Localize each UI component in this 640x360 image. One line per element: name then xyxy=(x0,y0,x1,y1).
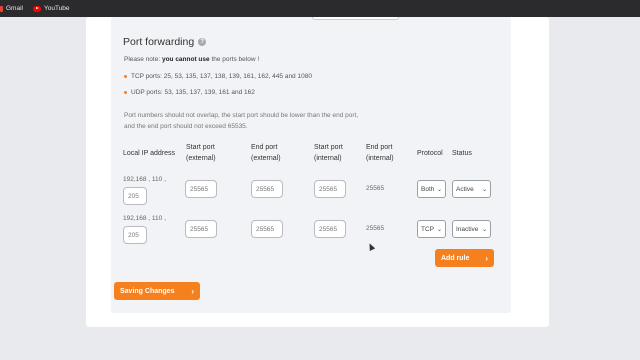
start-internal-input[interactable]: 25565 xyxy=(314,220,346,238)
port-rules-info: Port numbers should not overlap, the sta… xyxy=(124,112,359,130)
header-local-ip: Local IP address xyxy=(123,150,176,157)
previous-field-edge xyxy=(312,17,399,20)
header-end-external: End port (external) xyxy=(251,144,281,162)
add-rule-button[interactable]: Add rule › xyxy=(435,249,494,267)
ip-prefix: 192,168 , 110 , xyxy=(123,215,166,222)
header-protocol: Protocol xyxy=(417,150,443,157)
end-internal-value: 25565 xyxy=(366,225,385,232)
status-select[interactable]: Active ⌄ xyxy=(452,180,491,198)
bookmark-label: YouTube xyxy=(43,5,70,12)
ip-prefix: 192,168 , 110 , xyxy=(123,176,166,183)
start-external-input[interactable]: 25565 xyxy=(185,220,217,238)
chevron-down-icon: ⌄ xyxy=(481,226,487,233)
section-title: Port forwarding ? xyxy=(123,36,207,48)
start-external-input[interactable]: 25565 xyxy=(185,180,217,198)
end-external-input[interactable]: 25565 xyxy=(251,220,283,238)
start-internal-input[interactable]: 25565 xyxy=(314,180,346,198)
header-end-internal: End port (internal) xyxy=(366,144,394,162)
help-icon[interactable]: ? xyxy=(198,38,207,46)
protocol-select[interactable]: TCP ⌄ xyxy=(417,220,446,238)
header-start-internal: Start port (internal) xyxy=(314,144,343,162)
ip-last-octet-input[interactable]: 205 xyxy=(123,226,147,244)
header-status: Status xyxy=(452,150,472,157)
header-start-external: Start port (external) xyxy=(186,144,216,162)
note-text: Please note: you cannot use the ports be… xyxy=(124,56,260,63)
gmail-icon xyxy=(0,5,3,12)
tcp-ports-item: TCP ports: 25, 53, 135, 137, 138, 139, 1… xyxy=(124,73,312,80)
chevron-right-icon: › xyxy=(485,253,488,263)
chevron-down-icon: ⌄ xyxy=(436,226,442,233)
protocol-select[interactable]: Both ⌄ xyxy=(417,180,446,198)
bullet-icon xyxy=(124,91,127,94)
bookmarks-bar: Gmail YouTube xyxy=(0,0,640,17)
bookmark-label: Gmail xyxy=(6,5,23,12)
bullet-icon xyxy=(124,75,127,78)
chevron-down-icon: ⌄ xyxy=(436,186,442,193)
bookmark-youtube[interactable]: YouTube xyxy=(32,5,70,12)
end-external-input[interactable]: 25565 xyxy=(251,180,283,198)
udp-ports-item: UDP ports: 53, 135, 137, 139, 161 and 16… xyxy=(124,89,255,96)
chevron-right-icon: › xyxy=(191,286,194,296)
youtube-icon xyxy=(32,5,41,12)
ip-last-octet-input[interactable]: 205 xyxy=(123,187,147,205)
save-changes-button[interactable]: Saving Changes › xyxy=(114,282,200,300)
status-select[interactable]: Inactive ⌄ xyxy=(452,220,491,238)
end-internal-value: 25565 xyxy=(366,185,385,192)
chevron-down-icon: ⌄ xyxy=(481,186,487,193)
bookmark-gmail[interactable]: Gmail xyxy=(0,5,23,12)
